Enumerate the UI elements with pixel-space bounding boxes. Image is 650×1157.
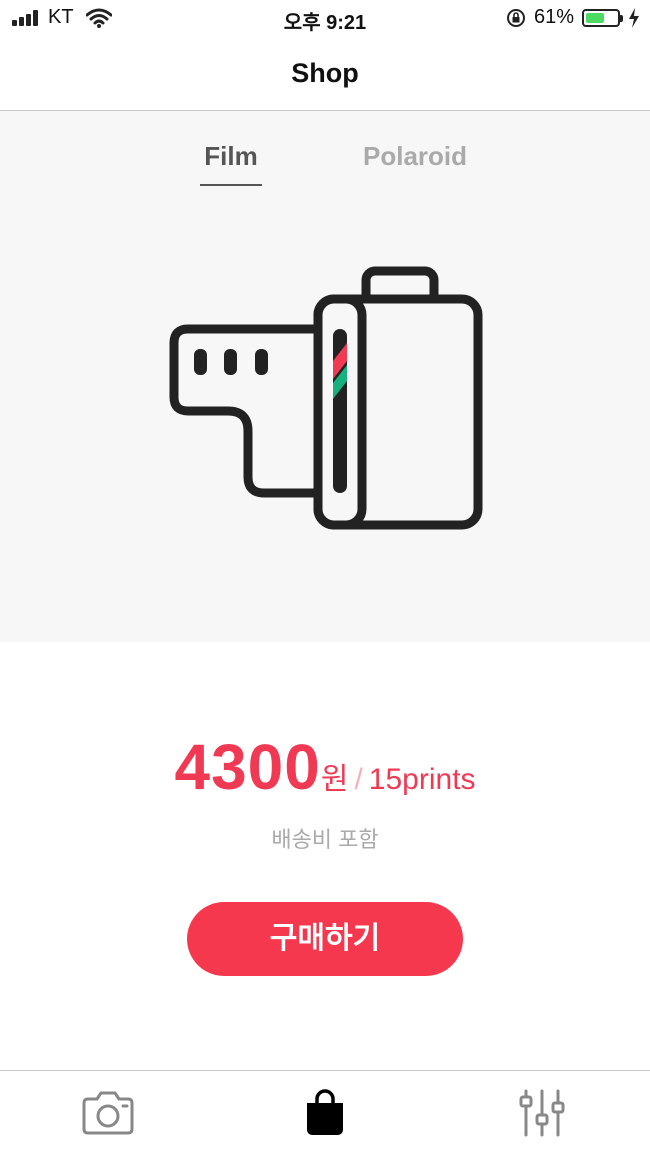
shopping-bag-icon xyxy=(307,1089,343,1135)
tab-film[interactable]: Film xyxy=(200,141,262,186)
tab-polaroid[interactable]: Polaroid xyxy=(363,141,467,172)
navigation-bar: Shop xyxy=(0,36,650,111)
price-row: 4300원/15prints xyxy=(0,730,650,804)
sliders-icon xyxy=(519,1089,565,1137)
buy-button[interactable]: 구매하기 xyxy=(187,902,463,976)
camera-icon xyxy=(82,1091,134,1135)
charging-bolt-icon xyxy=(629,7,639,28)
tabbar-camera[interactable] xyxy=(80,1089,136,1142)
page-title: Shop xyxy=(291,58,359,88)
tabbar-settings[interactable] xyxy=(518,1089,566,1142)
price-separator: / xyxy=(354,763,363,796)
tab-bar xyxy=(0,1070,650,1157)
shipping-note: 배송비 포함 xyxy=(271,827,379,852)
price-currency: 원 xyxy=(320,763,349,796)
print-quantity: 15prints xyxy=(368,763,476,796)
battery-icon xyxy=(582,8,623,27)
battery-fill xyxy=(586,12,605,23)
status-bar: KT 오후 9:21 61% xyxy=(0,0,650,36)
tabbar-shop[interactable] xyxy=(304,1089,346,1142)
status-right: 61% xyxy=(506,6,640,29)
orientation-lock-icon xyxy=(506,8,525,27)
product-tabs: Film Polaroid xyxy=(0,141,650,191)
film-canister-icon xyxy=(169,266,483,530)
battery-percent: 61% xyxy=(533,6,574,28)
price-amount: 4300 xyxy=(174,731,321,803)
product-hero: Film Polaroid xyxy=(0,111,650,642)
